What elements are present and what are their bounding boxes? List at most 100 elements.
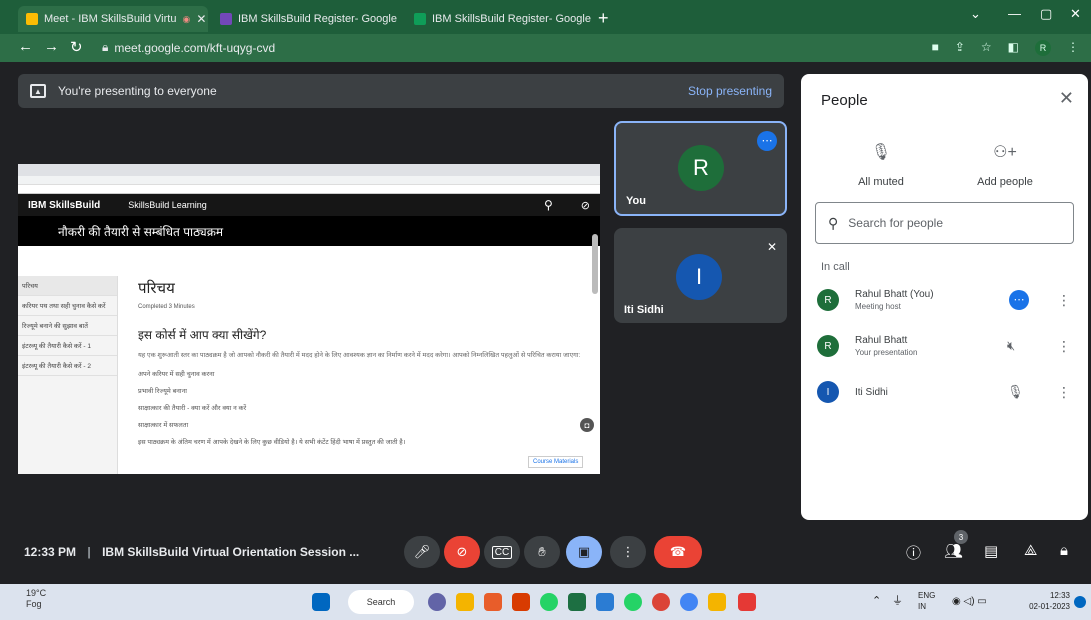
people-button[interactable]: 👥︎ 3 [944, 530, 968, 560]
whatsapp-icon[interactable] [540, 593, 558, 611]
close-tab-icon[interactable]: ✕ [196, 12, 206, 26]
mute-all-button[interactable]: 🎙︎ All muted [831, 142, 931, 188]
tab-register-2[interactable]: IBM SkillsBuild Register- Google ✕ [406, 6, 592, 32]
sheets-favicon-icon [414, 13, 426, 25]
forward-button[interactable]: → [44, 38, 59, 55]
pdf-reader-icon[interactable] [738, 593, 756, 611]
whatsapp-2-icon[interactable] [624, 593, 642, 611]
tab-register-1[interactable]: IBM SkillsBuild Register- Google ✕ [212, 6, 402, 32]
recording-dot-icon: ◉ [182, 13, 191, 24]
shared-paragraph: यह एक शुरूआती स्तर का पाठ्यक्रम है जो आप… [138, 352, 581, 359]
close-panel-button[interactable]: ✕ [1059, 88, 1074, 109]
avatar: I [817, 381, 839, 403]
chrome-profile-icon[interactable] [680, 593, 698, 611]
shared-browser-bookmarks [18, 185, 600, 194]
more-options-button[interactable]: ⋮ [610, 536, 646, 568]
leave-call-button[interactable]: ☎︎ [654, 536, 702, 568]
share-icon[interactable]: ⇪ [955, 40, 965, 56]
participant-menu-icon[interactable]: ⋮ [1057, 292, 1071, 309]
captions-button[interactable]: CC [484, 536, 520, 568]
tile-name: You [626, 195, 646, 207]
back-button[interactable]: ← [18, 38, 33, 55]
banner-text: You're presenting to everyone [58, 84, 217, 98]
weather-widget[interactable]: 19°C Fog [26, 588, 46, 610]
activities-button[interactable]: ⟁ [1024, 542, 1037, 559]
participant-name: Rahul Bhatt [855, 335, 908, 346]
participant-row[interactable]: I Iti Sidhi 🎙︎ ⋮ [817, 374, 1077, 410]
avatar: R [678, 145, 724, 191]
meet-favicon-icon [26, 13, 38, 25]
clock-date: 02-01-2023 [1029, 602, 1070, 611]
people-icon: 👥︎ [944, 543, 964, 560]
file-explorer-icon[interactable] [456, 593, 474, 611]
usb-icon[interactable]: ⏚ [892, 596, 903, 607]
network-volume-battery-icons[interactable]: ◉ ◁) ▭ [952, 596, 987, 607]
toolbar-icons: ■ ⇪ ☆ ◧ R ⋮ [932, 40, 1079, 56]
chat-button[interactable]: ▤ [984, 542, 998, 560]
participant-row[interactable]: R Rahul Bhatt (You) Meeting host ⋯ ⋮ [817, 282, 1077, 318]
minimize-button[interactable]: — [1008, 6, 1021, 21]
lang-region: IN [918, 602, 926, 611]
shared-search-icon: ⚲ [543, 198, 553, 212]
present-button[interactable]: ▣ [566, 536, 602, 568]
tab-meet[interactable]: Meet - IBM SkillsBuild Virtu ◉ ✕ [18, 6, 208, 32]
profile-avatar[interactable]: R [1035, 40, 1051, 56]
participant-menu-icon[interactable]: ⋮ [1057, 338, 1071, 355]
meeting-details-button[interactable]: ⓘ [906, 542, 921, 563]
show-hidden-icons[interactable]: ⌃ [872, 596, 881, 607]
app-icon[interactable] [512, 593, 530, 611]
teams-chat-icon[interactable] [428, 593, 446, 611]
sidepanel-icon[interactable]: ◧ [1008, 40, 1019, 56]
shared-sidebar-item: रिज्यूमे बनाने की सुझाव बातें [18, 316, 117, 336]
add-people-button[interactable]: ⚇+ Add people [955, 142, 1055, 188]
url-field[interactable]: 🔒︎ meet.google.com/kft-uqyg-cvd [102, 40, 275, 55]
presenting-banner: ▲ You're presenting to everyone Stop pre… [18, 74, 784, 108]
meeting-title: IBM SkillsBuild Virtual Orientation Sess… [102, 545, 360, 559]
add-people-label: Add people [977, 176, 1033, 188]
close-window-button[interactable]: ✕ [1070, 6, 1081, 22]
separator: | [87, 545, 91, 559]
language-indicator[interactable]: ENG IN [918, 590, 935, 612]
excel-icon[interactable] [568, 593, 586, 611]
weather-label: Fog [26, 599, 42, 609]
more-options-icon[interactable]: ⋯ [1009, 290, 1029, 310]
participant-menu-icon[interactable]: ⋮ [1057, 384, 1071, 401]
mic-off-icon: 🎙︎ [870, 144, 892, 161]
photos-icon[interactable] [596, 593, 614, 611]
people-count-badge: 3 [954, 530, 968, 544]
reload-button[interactable]: ↻ [70, 38, 83, 56]
present-icon: ▣ [577, 544, 591, 559]
paint-icon[interactable] [484, 593, 502, 611]
tab-search-icon[interactable]: ⌄ [970, 6, 981, 22]
url-text: meet.google.com/kft-uqyg-cvd [114, 40, 276, 55]
tile-iti-sidhi[interactable]: I ✕︎ Iti Sidhi [614, 228, 787, 323]
tab-label: Meet - IBM SkillsBuild Virtu [44, 13, 177, 25]
menu-kebab-icon[interactable]: ⋮ [1067, 40, 1079, 56]
avatar: R [817, 289, 839, 311]
search-people-input[interactable]: ⚲ Search for people [815, 202, 1074, 244]
camera-off-button[interactable]: ⊘ [444, 536, 480, 568]
weather-temp: 19°C [26, 588, 47, 598]
taskbar-search[interactable]: Search [348, 590, 414, 614]
new-tab-button[interactable]: + [598, 8, 609, 29]
host-controls-button[interactable]: 🔒︎ [1060, 542, 1068, 559]
participant-sub: Meeting host [855, 302, 901, 311]
maximize-button[interactable]: ▢ [1040, 6, 1052, 22]
hand-icon: ✋︎ [538, 544, 546, 559]
participant-row[interactable]: R Rahul Bhatt Your presentation 🔇︎ ⋮ [817, 328, 1077, 364]
raise-hand-button[interactable]: ✋︎ [524, 536, 560, 568]
lock-person-icon: 🔒︎ [1060, 542, 1068, 559]
shared-sidebar: परिचय करियर पथ तथा सही चुनाव कैसे करें र… [18, 276, 118, 474]
windows-start-icon[interactable] [312, 593, 330, 611]
app-2-icon[interactable] [708, 593, 726, 611]
shared-browser-address [18, 176, 600, 185]
bookmark-star-icon[interactable]: ☆ [981, 40, 992, 56]
clock[interactable]: 12:33 02-01-2023 [1018, 590, 1070, 612]
chrome-icon[interactable] [652, 593, 670, 611]
camera-indicator-icon[interactable]: ■ [932, 40, 939, 56]
more-options-icon[interactable]: ⋯ [757, 131, 777, 151]
stop-presenting-button[interactable]: Stop presenting [688, 84, 772, 98]
notification-icon[interactable] [1074, 596, 1086, 608]
mic-button[interactable]: 🎤︎ [404, 536, 440, 568]
tile-you[interactable]: R ⋯ You [614, 121, 787, 216]
